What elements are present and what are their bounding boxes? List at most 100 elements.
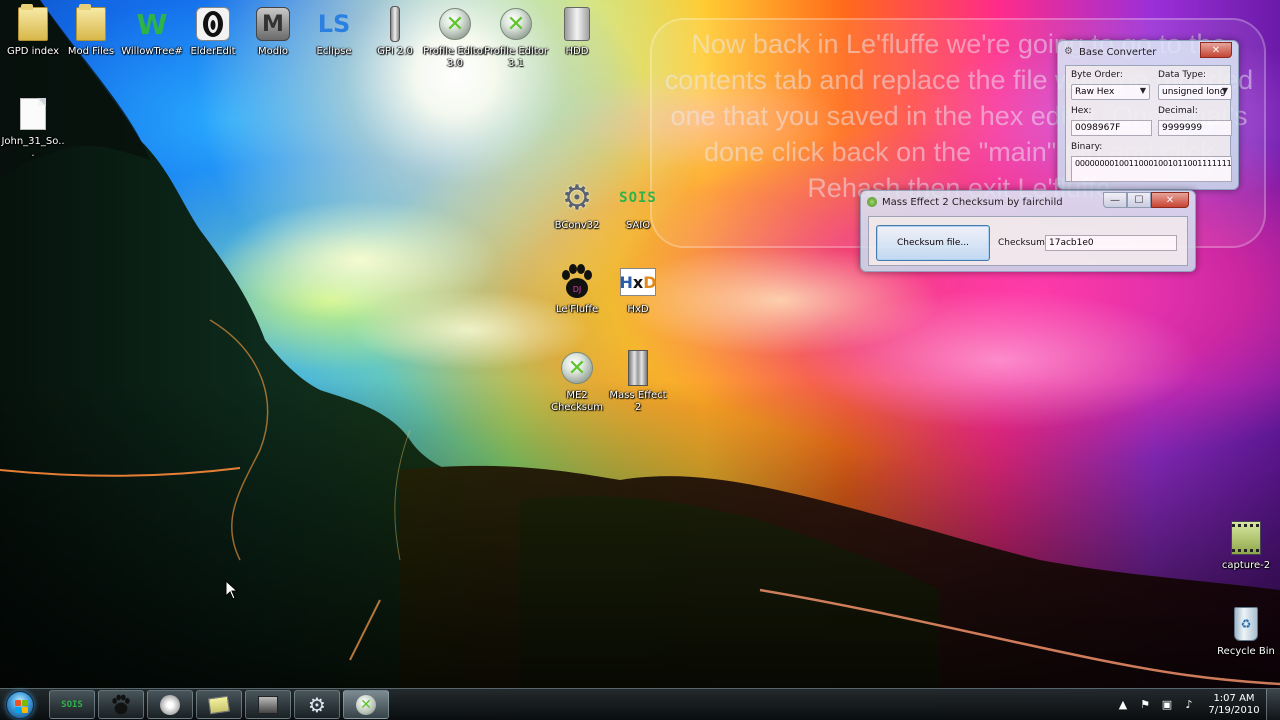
checksum-file-button[interactable]: Checksum file... <box>876 225 990 261</box>
desktop-icon-bconv32[interactable]: ⚙ BConv32 <box>544 178 610 232</box>
desktop-icon-label: capture-2 <box>1221 560 1271 571</box>
hex-input[interactable]: 0098967F <box>1071 120 1152 136</box>
taskbar-button-drive[interactable] <box>147 690 193 719</box>
desktop-icon-label: Mod Files <box>67 46 115 57</box>
video-file-icon <box>1226 518 1266 558</box>
system-tray: ▲ ⚑ ▣ ♪ 1:07 AM 7/19/2010 <box>1112 689 1280 720</box>
volume-icon[interactable]: ♪ <box>1181 697 1197 713</box>
hdd-icon <box>160 694 180 715</box>
gear-icon: ⚙ <box>308 692 326 717</box>
saio-icon: SOIS <box>61 699 83 710</box>
film-icon <box>258 695 278 714</box>
desktop-icon-label: ElderEdit <box>190 46 236 57</box>
willowtree-icon: W <box>136 7 168 41</box>
desktop-icon-eclipse[interactable]: LS Eclipse <box>301 4 367 58</box>
checksum-value-field[interactable]: 17acb1e0 <box>1045 235 1177 251</box>
show-desktop-button[interactable] <box>1266 689 1280 720</box>
taskbar-button-me2-checksum[interactable]: ✕ <box>343 690 389 719</box>
decimal-label: Decimal: <box>1158 106 1198 116</box>
desktop-icon-john-31[interactable]: John_31_So... <box>0 94 66 160</box>
desktop-icon-label: ME2 Checksum <box>550 390 604 413</box>
maximize-button[interactable]: ☐ <box>1127 192 1151 208</box>
desktop-icon-mod-files[interactable]: Mod Files <box>58 4 124 58</box>
checksum-close-button[interactable]: ✕ <box>1151 192 1189 208</box>
checksum-window[interactable]: Mass Effect 2 Checksum by fairchild — ☐ … <box>860 190 1196 272</box>
chevron-down-icon: ▼ <box>1221 86 1228 95</box>
base-converter-title: Base Converter <box>1079 46 1157 58</box>
clock-date: 7/19/2010 <box>1208 704 1260 716</box>
byte-order-select[interactable]: Raw Hex ▼ <box>1071 84 1150 100</box>
checksum-caption-buttons: — ☐ ✕ <box>1103 192 1189 208</box>
taskbar-clock[interactable]: 1:07 AM 7/19/2010 <box>1208 693 1260 717</box>
desktop-icon-mass-effect-2[interactable]: Mass Effect 2 <box>605 348 671 414</box>
start-button[interactable] <box>2 689 38 720</box>
clock-time: 1:07 AM <box>1213 692 1255 704</box>
desktop-icon-profile-editor-3-1[interactable]: ✕ Profile Editor 3.1 <box>483 4 549 70</box>
checksum-title: Mass Effect 2 Checksum by fairchild <box>882 196 1063 208</box>
xbox-icon: ✕ <box>435 4 475 44</box>
desktop-icon-willowtree[interactable]: W WillowTree# <box>119 4 185 58</box>
desktop-icon-label: Recycle Bin <box>1217 646 1275 657</box>
minimize-button[interactable]: — <box>1103 192 1127 208</box>
notes-icon <box>207 695 231 714</box>
desktop-icon-elderedit[interactable]: ElderEdit <box>180 4 246 58</box>
saio-icon: SOIS <box>619 190 657 206</box>
flag-icon[interactable]: ⚑ <box>1137 697 1153 713</box>
desktop-icon-label: HxD <box>627 304 649 315</box>
desktop-icon-label: Eclipse <box>316 46 352 57</box>
modio-icon: M <box>253 4 293 44</box>
decimal-input[interactable]: 9999999 <box>1158 120 1232 136</box>
paw-icon: DJ <box>557 262 597 302</box>
desktop-icon-capture-2[interactable]: capture-2 <box>1213 518 1279 572</box>
data-type-label: Data Type: <box>1158 70 1207 80</box>
taskbar-button-media[interactable] <box>245 690 291 719</box>
folder-icon <box>71 4 111 44</box>
desktop-icon-modio[interactable]: M Modio <box>240 4 306 58</box>
base-converter-window[interactable]: ⚙ Base Converter ✕ Byte Order: Raw Hex ▼… <box>1057 40 1239 190</box>
binary-input[interactable]: 00000000100110001001011001111111 <box>1071 156 1232 182</box>
recycle-bin-icon: ♻ <box>1226 604 1266 644</box>
desktop-icon-saio[interactable]: SOIS SAIO <box>605 178 671 232</box>
desktop-icon-gpd-index[interactable]: GPD index <box>0 4 66 58</box>
desktop-icon-profile-editor-3-0[interactable]: ✕ Profile Editor 3.0 <box>422 4 488 70</box>
hdd-icon <box>557 4 597 44</box>
windows-logo-icon <box>6 690 34 719</box>
svg-text:DJ: DJ <box>573 285 582 294</box>
xbox-icon <box>867 197 877 207</box>
checksum-body: Checksum file... Checksum 17acb1e0 <box>868 216 1188 266</box>
byte-order-label: Byte Order: <box>1071 70 1123 80</box>
desktop-icon-lefluffe[interactable]: DJ Le'Fluffe <box>544 262 610 316</box>
desktop-icon-label: WillowTree# <box>121 46 183 57</box>
desktop-icon-label: GPI 2.0 <box>377 46 413 57</box>
desktop-icon-label: BConv32 <box>554 220 600 231</box>
desktop-icon-label: SAIO <box>625 220 651 231</box>
network-icon[interactable]: ▣ <box>1159 697 1175 713</box>
desktop-icon-gpi[interactable]: GPI 2.0 <box>362 4 428 58</box>
desktop-icon-recycle-bin[interactable]: ♻ Recycle Bin <box>1213 604 1279 658</box>
desktop-icon-label: Le'Fluffe <box>555 304 599 315</box>
chevron-down-icon: ▼ <box>1139 86 1146 95</box>
base-converter-caption-buttons: ✕ <box>1200 42 1232 58</box>
desktop-icon-label: Modio <box>258 46 288 57</box>
document-icon <box>13 94 53 134</box>
taskbar-button-bconv[interactable]: ⚙ <box>294 690 340 719</box>
base-converter-body: Byte Order: Raw Hex ▼ Data Type: unsigne… <box>1065 65 1232 182</box>
gpi-icon <box>375 4 415 44</box>
up-arrow-icon[interactable]: ▲ <box>1115 697 1131 713</box>
gear-icon: ⚙ <box>1064 46 1073 57</box>
base-converter-close-button[interactable]: ✕ <box>1200 42 1232 58</box>
taskbar-button-notes[interactable] <box>196 690 242 719</box>
desktop-icon-hxd[interactable]: HxD HxD <box>605 262 671 316</box>
desktop-icon-me2-checksum[interactable]: ✕ ME2 Checksum <box>544 348 610 414</box>
desktop-icon-hdd[interactable]: HDD <box>544 4 610 58</box>
folder-icon <box>13 4 53 44</box>
taskbar-button-lefluffe[interactable] <box>98 690 144 719</box>
checksum-label: Checksum <box>998 238 1045 248</box>
desktop-icon-label: Profile Editor 3.0 <box>423 46 487 69</box>
taskbar-button-saio[interactable]: SOIS <box>49 690 95 719</box>
paw-icon <box>112 694 130 714</box>
desktop-icon-label: HDD <box>565 46 589 57</box>
data-type-select[interactable]: unsigned long ▼ <box>1158 84 1232 100</box>
desktop-icon-label: Profile Editor 3.1 <box>484 46 548 69</box>
hxd-icon: HxD <box>618 262 658 302</box>
